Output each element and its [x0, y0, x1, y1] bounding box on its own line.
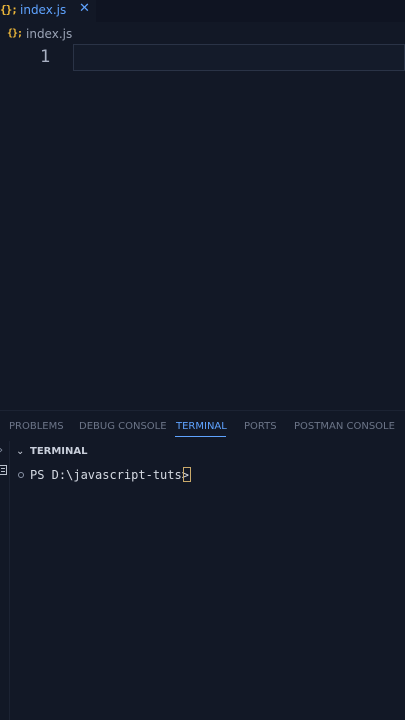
- tab-index-js[interactable]: {}; index.js ✕: [0, 0, 96, 22]
- terminal-prompt: PS D:\javascript-tuts>: [30, 468, 189, 482]
- terminal-section-header[interactable]: ⌄ TERMINAL: [0, 443, 405, 461]
- chevron-down-icon: ⌄: [16, 446, 25, 457]
- tab-label: index.js: [20, 3, 67, 17]
- circle-icon: [18, 472, 24, 478]
- list-icon[interactable]: [0, 465, 7, 475]
- tab-problems[interactable]: PROBLEMS: [9, 421, 64, 432]
- bottom-panel: PROBLEMS DEBUG CONSOLE TERMINAL PORTS PO…: [0, 410, 405, 720]
- close-icon[interactable]: ✕: [79, 1, 90, 16]
- breadcrumb-label[interactable]: index.js: [26, 27, 72, 41]
- vscode-window: {}; index.js ✕ {}; index.js 1 PROBLEMS D…: [0, 0, 405, 720]
- editor-current-line[interactable]: [73, 44, 405, 71]
- terminal-cursor[interactable]: [183, 467, 191, 482]
- breadcrumb[interactable]: {}; index.js: [0, 26, 405, 44]
- terminal-side-strip: ›: [0, 441, 10, 720]
- terminal-title: TERMINAL: [30, 446, 88, 457]
- js-file-icon: {};: [0, 3, 18, 16]
- tab-terminal[interactable]: TERMINAL: [176, 421, 227, 432]
- tab-postman-console[interactable]: POSTMAN CONSOLE: [294, 421, 395, 432]
- line-number: 1: [40, 47, 51, 67]
- active-tab-indicator: [175, 436, 226, 437]
- js-file-icon: {};: [7, 28, 23, 39]
- tab-debug-console[interactable]: DEBUG CONSOLE: [79, 421, 167, 432]
- editor-tab-bar: {}; index.js ✕: [0, 0, 405, 22]
- tab-ports[interactable]: PORTS: [244, 421, 277, 432]
